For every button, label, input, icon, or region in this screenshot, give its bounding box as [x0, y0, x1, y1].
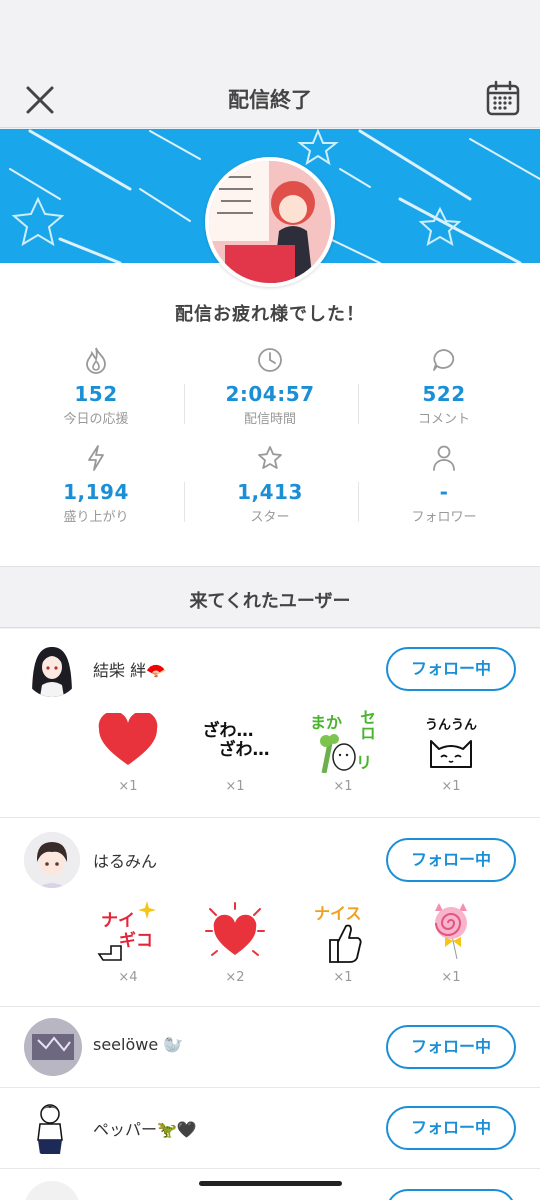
stat-label: フォロワー [411, 510, 477, 525]
avatar[interactable] [24, 1018, 82, 1076]
list-item: ペッパー🦖🖤 フォロー中 [0, 1088, 540, 1169]
stamp-count: ×1 [441, 970, 461, 985]
stat-value: 522 [422, 382, 466, 406]
user-list[interactable]: 結柴 絆🪭 フォロー中 ×1 ざわ… ざわ… ×1 まか セロ リ ×1 うんう… [0, 629, 540, 1200]
follow-button[interactable]: フォロー中 [386, 838, 516, 882]
list-item: seelöwe 🦭 フォロー中 [0, 1007, 540, 1088]
stamp-count: ×1 [118, 779, 138, 794]
comment-icon [433, 349, 455, 371]
list-item: 結柴 絆🪭 フォロー中 ×1 ざわ… ざわ… ×1 まか セロ リ ×1 うんう… [0, 629, 540, 818]
stat-label: スター [250, 510, 290, 525]
lightning-icon [88, 445, 104, 471]
flame-icon [86, 347, 106, 374]
makaseroli-stamp: まか セロ リ ×1 [303, 709, 383, 794]
heart-stamp: ×1 [88, 709, 168, 794]
follow-button[interactable]: フォロー中 [386, 647, 516, 691]
stamp-text: うんうん [424, 717, 477, 733]
streamer-avatar [205, 157, 335, 287]
lollipop-cat-stamp: ×1 [411, 900, 491, 985]
stamp-count: ×2 [225, 970, 245, 985]
user-name[interactable]: はるみん [93, 848, 157, 872]
follow-button[interactable]: フォロー中 [386, 1106, 516, 1150]
avatar[interactable] [24, 1181, 80, 1200]
stamp-text: ざわ… [202, 721, 254, 742]
stamp-count: ×1 [225, 779, 245, 794]
stat-value: 1,413 [237, 480, 303, 504]
home-indicator [199, 1181, 342, 1186]
status-bar [0, 0, 540, 70]
stamp-count: ×1 [333, 779, 353, 794]
stamp-text: ざわ… [218, 740, 270, 760]
page-title: 配信終了 [228, 88, 312, 112]
stat-label: 盛り上がり [63, 510, 129, 525]
user-name[interactable]: seelöwe 🦭 [93, 1035, 183, 1054]
stat-label: 今日の応援 [63, 412, 129, 427]
follow-button[interactable] [386, 1189, 516, 1200]
stamp-row: ×1 ざわ… ざわ… ×1 まか セロ リ ×1 うんうん ×1 [0, 709, 540, 817]
calendar-button[interactable] [486, 80, 520, 116]
nice-thumbs-stamp: ナイス ×1 [303, 900, 383, 985]
user-name[interactable]: ペッパー🦖🖤 [93, 1116, 197, 1140]
stat-value: 1,194 [63, 480, 129, 504]
user-name[interactable]: 結柴 絆🪭 [93, 657, 166, 681]
stat-stars: 1,413 スター [180, 444, 360, 525]
heart-burst-stamp: ×2 [195, 900, 275, 985]
zawazawa-stamp: ざわ… ざわ… ×1 [195, 709, 275, 794]
stat-value: 2:04:57 [225, 382, 315, 406]
clock-icon [258, 348, 282, 372]
thanks-message: 配信お疲れ様でした！ [175, 304, 365, 325]
stat-label: コメント [417, 412, 470, 427]
stamp-row: ナイ ギコ ×4 ×2 ナイス ×1 ×1 [0, 900, 540, 1006]
stat-value: - [439, 480, 449, 504]
stat-comments: 522 コメント [354, 346, 534, 427]
stamp-text: リ [355, 753, 372, 772]
list-item: はるみん フォロー中 ナイ ギコ ×4 ×2 ナイス ×1 ×1 [0, 818, 540, 1007]
stamp-count: ×1 [441, 779, 461, 794]
users-section-title: 来てくれたユーザー [189, 591, 351, 612]
star-icon [258, 446, 282, 469]
avatar[interactable] [24, 832, 80, 888]
calendar-icon [486, 80, 520, 116]
header-bar: 配信終了 [0, 70, 540, 128]
avatar[interactable] [24, 641, 80, 697]
stamp-text: ギコ [119, 931, 153, 951]
stamp-text: セロ [357, 709, 376, 741]
stat-followers: - フォロワー [354, 444, 534, 525]
stat-label: 配信時間 [243, 412, 296, 427]
stat-support: 152 今日の応援 [6, 346, 186, 427]
stat-value: 152 [74, 382, 118, 406]
nice-kiko-stamp: ナイ ギコ ×4 [88, 900, 168, 985]
unun-cat-stamp: うんうん ×1 [411, 709, 491, 795]
person-icon [433, 445, 455, 471]
stamp-count: ×4 [118, 970, 138, 985]
stat-duration: 2:04:57 配信時間 [180, 346, 360, 427]
users-section-header: 来てくれたユーザー [0, 566, 540, 628]
stamp-count: ×1 [333, 970, 353, 985]
avatar[interactable] [24, 1100, 80, 1156]
follow-button[interactable]: フォロー中 [386, 1025, 516, 1069]
stat-excitement: 1,194 盛り上がり [6, 444, 186, 525]
